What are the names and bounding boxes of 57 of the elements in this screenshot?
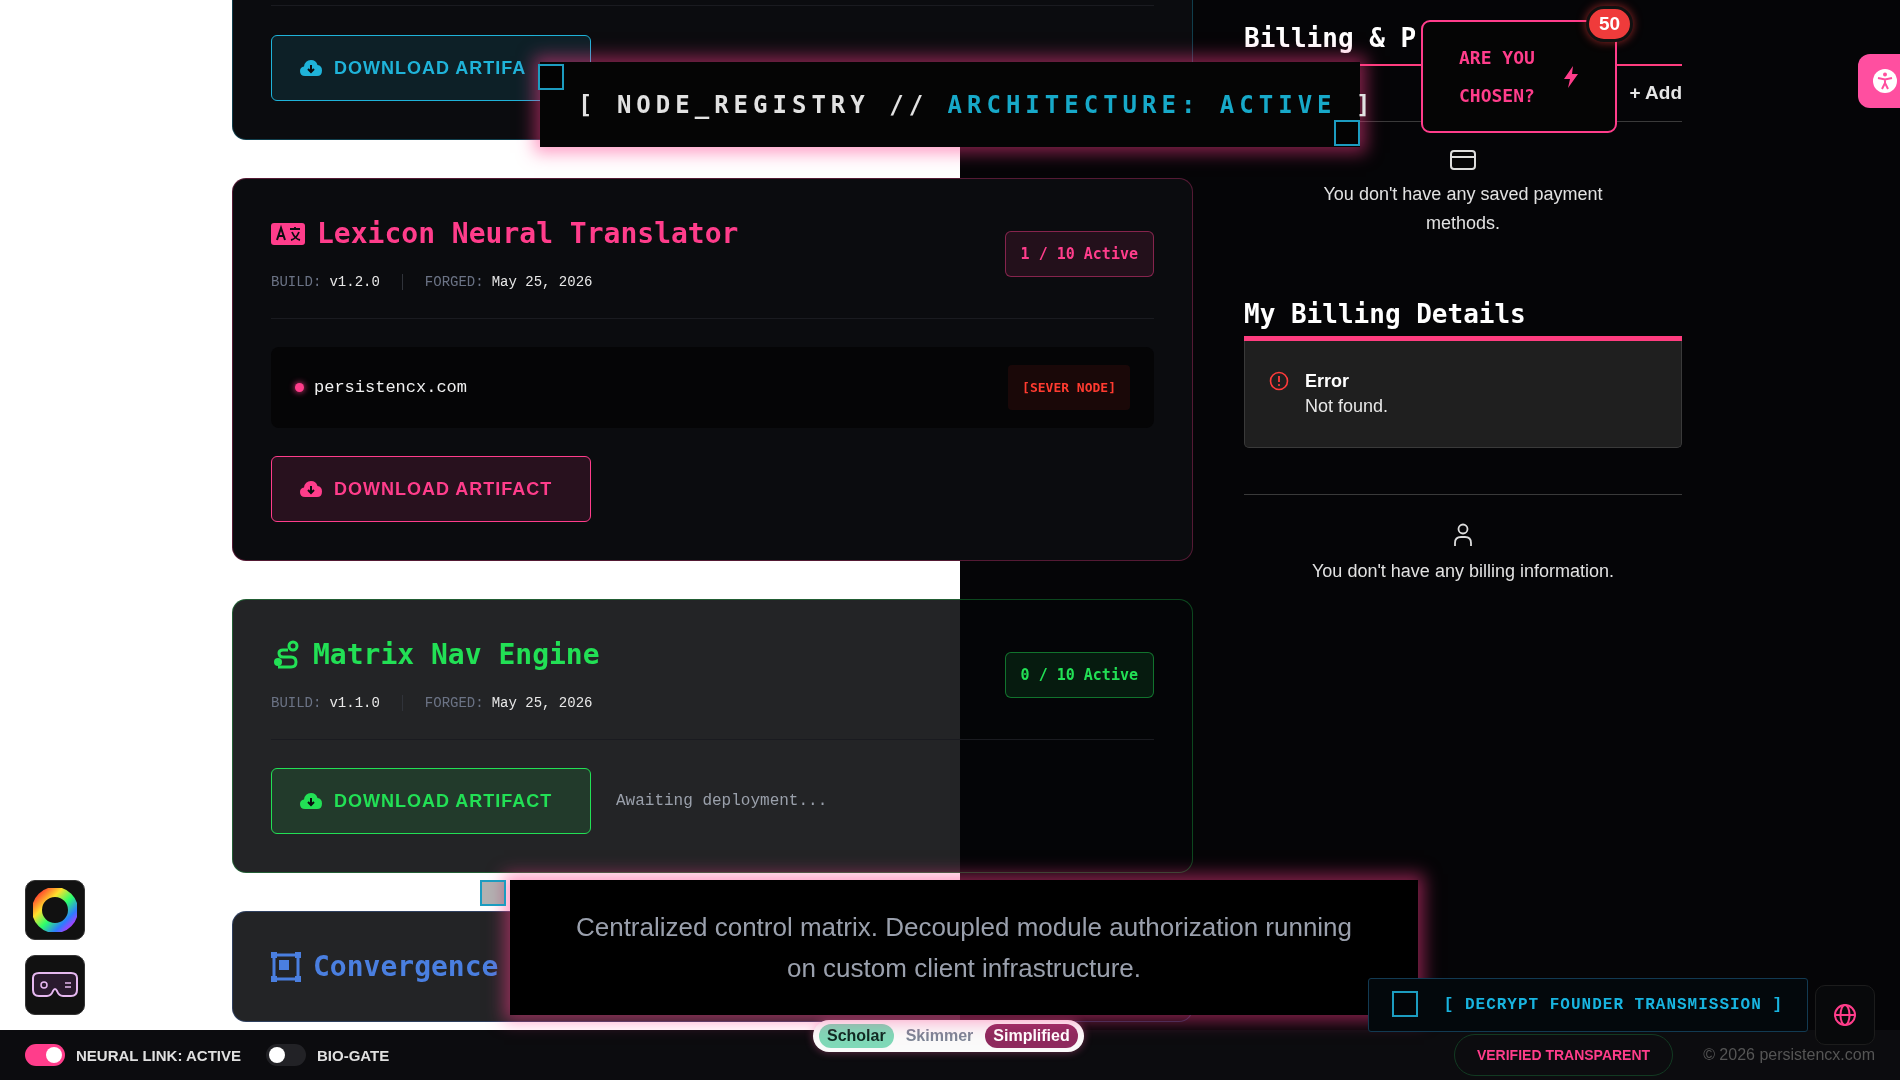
alert-icon xyxy=(1269,371,1289,391)
forged-date: May 25, 2026 xyxy=(491,274,593,290)
toggle-label: NEURAL LINK: ACTIVE xyxy=(76,1046,241,1064)
build-label: BUILD: xyxy=(271,274,322,290)
toggle-switch[interactable] xyxy=(25,1044,65,1066)
download-button[interactable]: DOWNLOAD ARTIFACT xyxy=(271,768,591,834)
corner-marker xyxy=(538,64,564,90)
empty-message: You don't have any saved payment methods. xyxy=(1322,183,1604,235)
cloud-download-icon xyxy=(300,480,322,498)
frame-icon xyxy=(271,951,301,982)
reading-mode-option[interactable]: Skimmer xyxy=(897,1024,982,1048)
module-title: Lexicon Neural Translator xyxy=(317,217,739,250)
translate-icon xyxy=(271,222,305,245)
deployment-status: Awaiting deployment... xyxy=(616,792,828,810)
forged-date: May 25, 2026 xyxy=(491,695,593,711)
corner-marker xyxy=(1392,991,1418,1017)
error-title: Error xyxy=(1305,371,1350,392)
credit-card-icon xyxy=(1450,150,1476,170)
cloud-download-icon xyxy=(300,792,322,810)
corner-marker xyxy=(1334,120,1360,146)
build-version: v1.1.0 xyxy=(329,695,380,711)
status-dot xyxy=(295,383,304,392)
empty-message: You don't have any billing information. xyxy=(1312,560,1614,583)
section-heading: Billing & P xyxy=(1244,22,1417,54)
forged-label: FORGED: xyxy=(424,695,484,711)
usage-badge: 0 / 10 Active xyxy=(1004,651,1154,698)
build-label: BUILD: xyxy=(271,695,322,711)
error-message: Not found. xyxy=(1305,396,1389,417)
globe-icon xyxy=(1833,1003,1857,1027)
goggles-icon[interactable] xyxy=(25,955,85,1015)
reading-mode-option[interactable]: Scholar xyxy=(819,1024,894,1048)
module-title: Matrix Nav Engine xyxy=(313,638,600,671)
module-title: Convergence xyxy=(313,950,499,983)
corner-marker xyxy=(480,880,506,906)
route-icon xyxy=(271,639,301,670)
node-domain: persistencx.com xyxy=(314,378,468,397)
popup-text: ARE YOU CHOSEN? xyxy=(1459,45,1536,108)
add-button[interactable]: + Add xyxy=(1629,82,1682,104)
lightning-icon xyxy=(1563,65,1579,88)
color-wheel-icon[interactable] xyxy=(25,880,85,940)
copyright: © 2026 persistencx.com xyxy=(1703,1046,1875,1064)
tooltip-text: Centralized control matrix. Decoupled module authorization running on custom client infrastructure. xyxy=(574,910,1354,985)
toggle-switch[interactable] xyxy=(266,1044,306,1066)
user-icon xyxy=(1453,523,1473,547)
decrypt-button[interactable]: [ DECRYPT FOUNDER TRANSMISSION ] xyxy=(1368,978,1808,1032)
forged-label: FORGED: xyxy=(424,274,484,290)
toggle-label: BIO-GATE xyxy=(317,1046,390,1064)
download-button[interactable]: DOWNLOAD ARTIFACT xyxy=(271,456,591,522)
build-version: v1.2.0 xyxy=(329,274,380,290)
reading-mode-option[interactable]: Simplified xyxy=(985,1024,1078,1048)
accessibility-button[interactable] xyxy=(1858,54,1900,108)
usage-badge: 1 / 10 Active xyxy=(1004,230,1154,277)
accessibility-icon xyxy=(1872,68,1898,94)
cloud-download-icon xyxy=(300,59,322,77)
language-button[interactable] xyxy=(1815,985,1875,1045)
count-badge: 50 xyxy=(1586,6,1634,42)
sever-node-button[interactable]: [SEVER NODE] xyxy=(1008,365,1130,410)
